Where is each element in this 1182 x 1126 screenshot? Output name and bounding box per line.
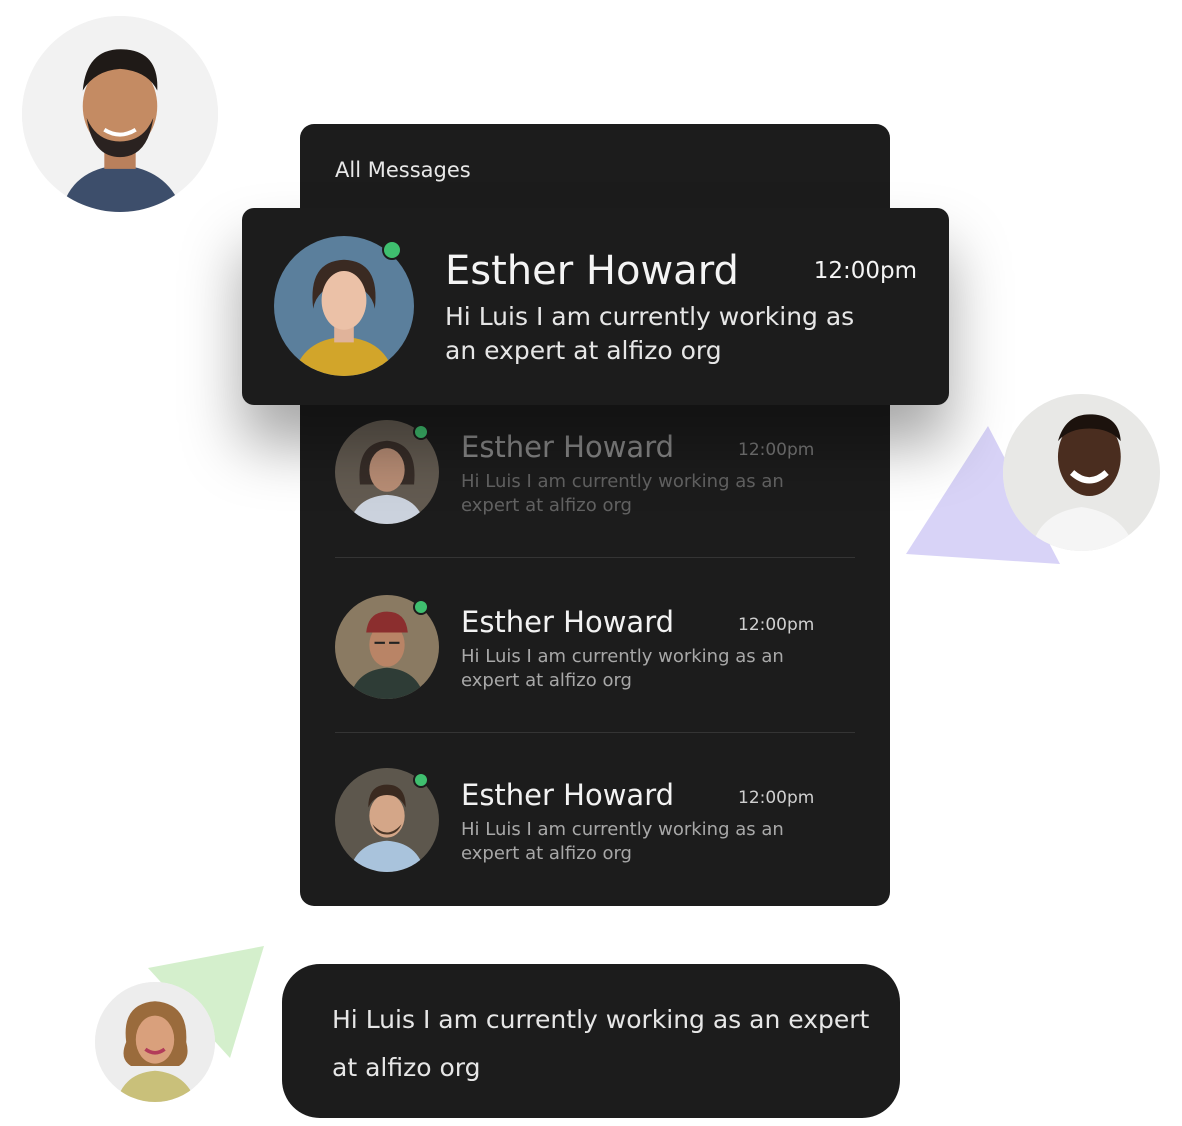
online-status-dot: [413, 772, 429, 788]
avatar-man-beard: [22, 16, 218, 212]
message-preview: Hi Luis I am currently working as an exp…: [445, 302, 855, 365]
avatar-woman-curly-hair: [95, 982, 215, 1102]
online-status-dot: [413, 424, 429, 440]
avatar-man-smiling-hoodie: [1003, 394, 1160, 551]
online-status-dot: [413, 599, 429, 615]
message-time: 12:00pm: [738, 440, 815, 460]
message-preview: Hi Luis I am currently working as an exp…: [461, 471, 784, 516]
conversation-row[interactable]: Esther Howard 12:00pm Hi Luis I am curre…: [335, 420, 855, 560]
message-time: 12:00pm: [813, 258, 917, 284]
message-time: 12:00pm: [738, 788, 815, 808]
contact-name: Esther Howard: [461, 605, 675, 639]
row-divider: [335, 557, 855, 558]
message-preview: Hi Luis I am currently working as an exp…: [461, 819, 784, 864]
message-preview: Hi Luis I am currently working as an exp…: [461, 646, 784, 691]
row-divider: [335, 732, 855, 733]
contact-name: Esther Howard: [461, 430, 675, 464]
conversation-row[interactable]: Esther Howard 12:00pm Hi Luis I am curre…: [335, 768, 855, 908]
contact-name: Esther Howard: [461, 778, 675, 812]
contact-name: Esther Howard: [445, 248, 739, 294]
online-status-dot: [382, 240, 402, 260]
chat-bubble-text: Hi Luis I am currently working as an exp…: [332, 1005, 870, 1082]
panel-title: All Messages: [335, 158, 471, 182]
message-time: 12:00pm: [738, 615, 815, 635]
chat-bubble: Hi Luis I am currently working as an exp…: [282, 964, 900, 1118]
featured-conversation[interactable]: Esther Howard 12:00pm Hi Luis I am curre…: [242, 208, 949, 405]
conversation-row[interactable]: Esther Howard 12:00pm Hi Luis I am curre…: [335, 595, 855, 735]
